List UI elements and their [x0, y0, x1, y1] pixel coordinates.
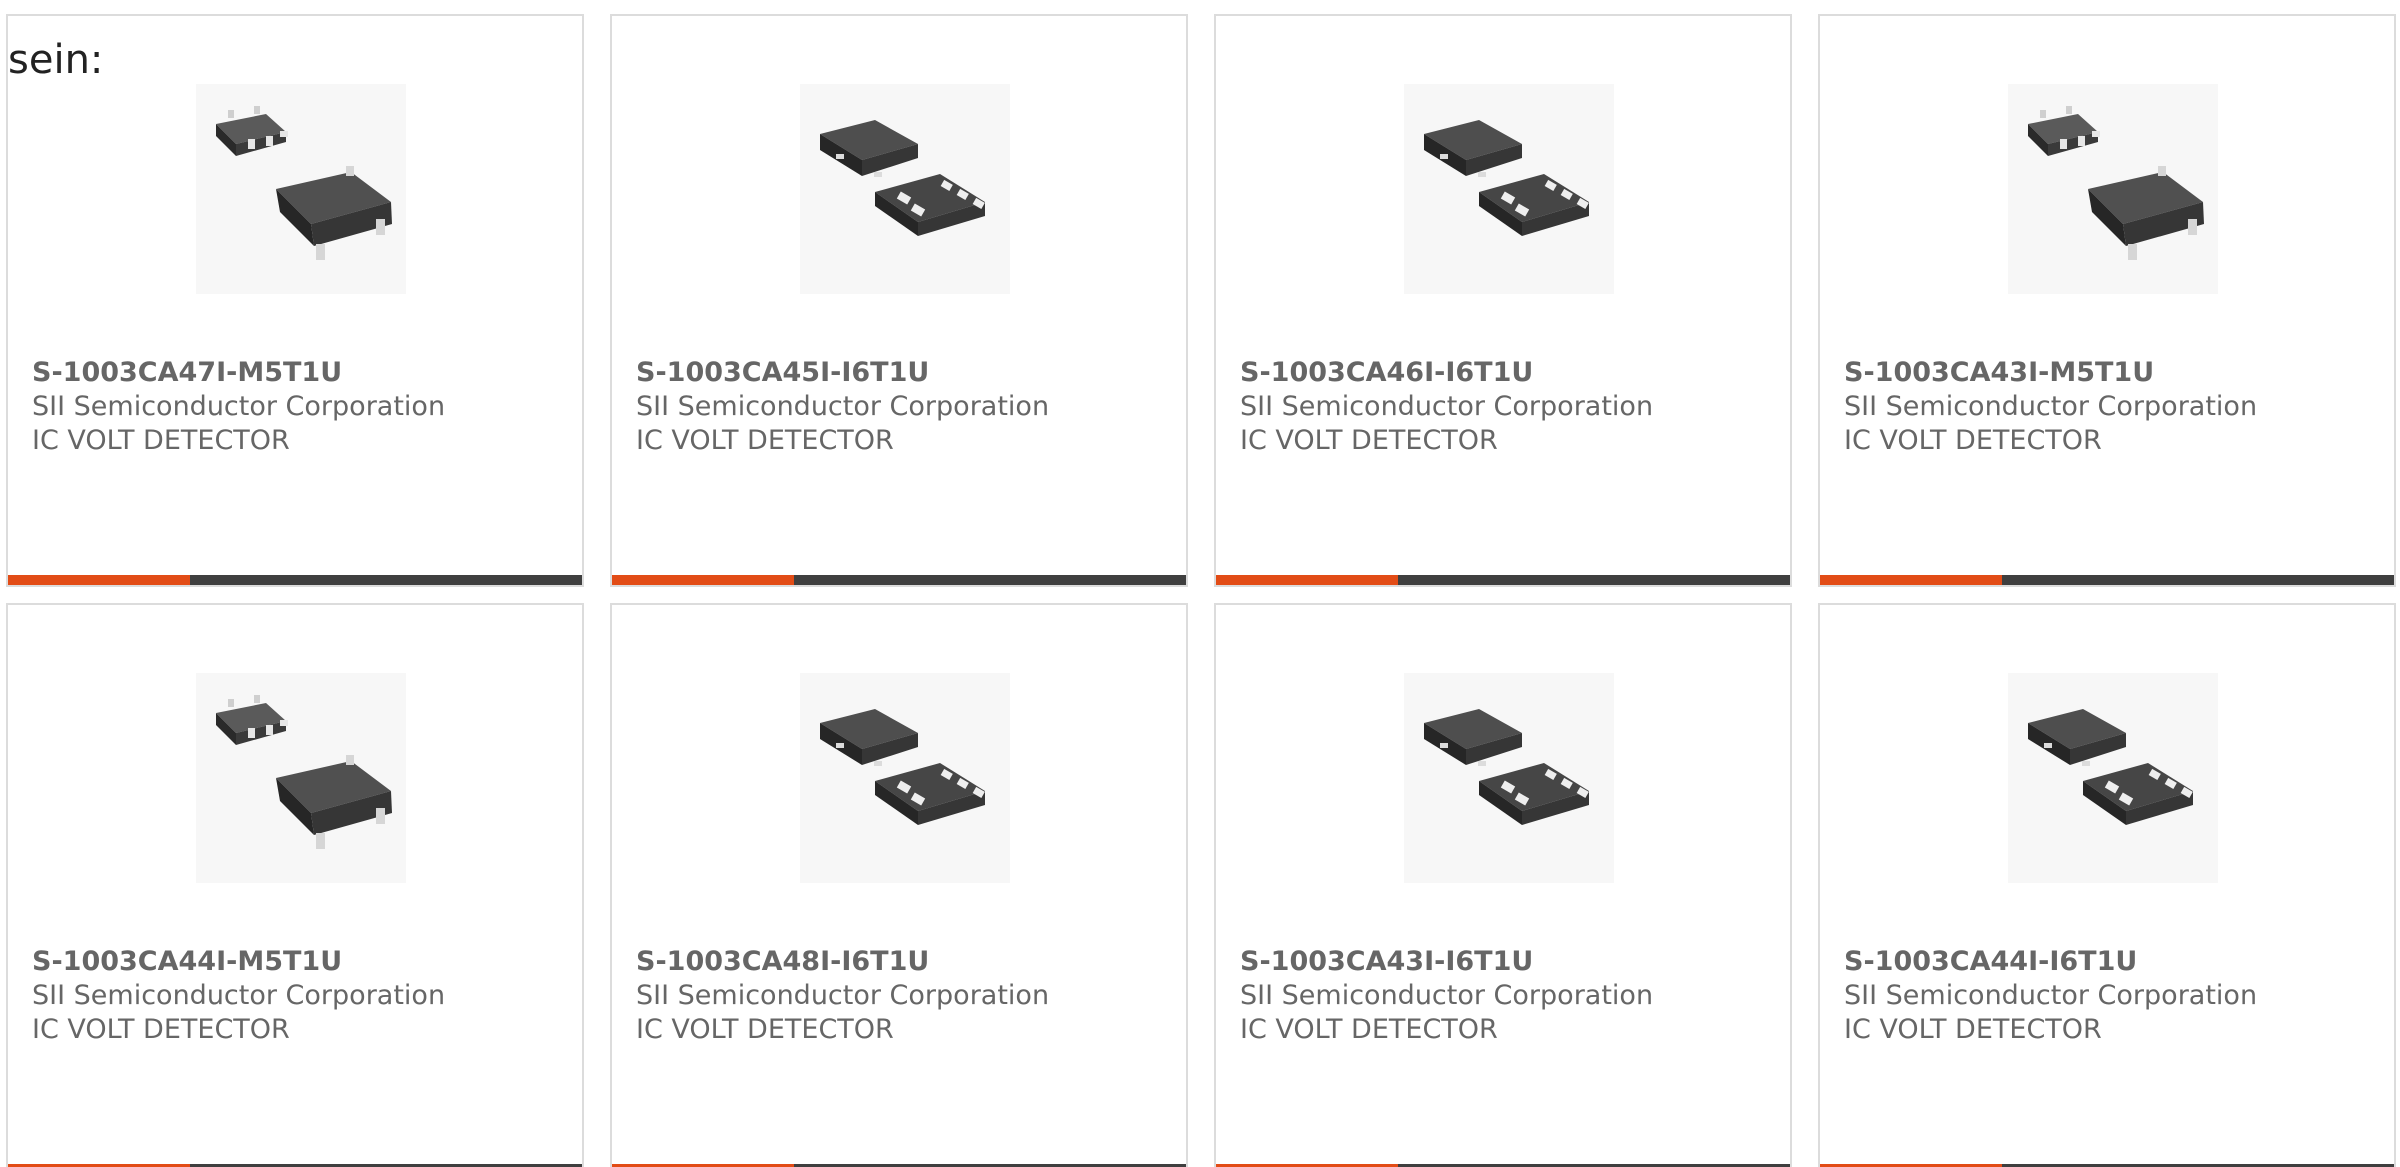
part-number-link[interactable]: S-1003CA44I-M5T1U	[32, 945, 562, 979]
product-card[interactable]: S-1003CA45I-I6T1U SII Semiconductor Corp…	[610, 14, 1188, 587]
product-info: S-1003CA44I-M5T1U SII Semiconductor Corp…	[32, 945, 562, 1047]
sot23-5-package-icon[interactable]	[2008, 84, 2218, 294]
part-number-link[interactable]: S-1003CA44I-I6T1U	[1844, 945, 2374, 979]
snt-6-package-icon[interactable]	[1404, 84, 1614, 294]
snt-6-package-icon[interactable]	[800, 84, 1010, 294]
product-card[interactable]: S-1003CA48I-I6T1U SII Semiconductor Corp…	[610, 603, 1188, 1167]
manufacturer-name: SII Semiconductor Corporation	[1844, 980, 2258, 1011]
manufacturer-name: SII Semiconductor Corporation	[1240, 391, 1654, 422]
part-number-link[interactable]: S-1003CA43I-M5T1U	[1844, 356, 2374, 390]
product-info: S-1003CA43I-M5T1U SII Semiconductor Corp…	[1844, 356, 2374, 458]
product-info: S-1003CA48I-I6T1U SII Semiconductor Corp…	[636, 945, 1166, 1047]
product-description: IC VOLT DETECTOR	[1844, 1014, 2102, 1045]
manufacturer-name: SII Semiconductor Corporation	[1844, 391, 2258, 422]
part-number-link[interactable]: S-1003CA46I-I6T1U	[1240, 356, 1770, 390]
card-accent-bar	[1216, 575, 1790, 585]
product-description: IC VOLT DETECTOR	[636, 1014, 894, 1045]
product-description: IC VOLT DETECTOR	[636, 425, 894, 456]
product-info: S-1003CA45I-I6T1U SII Semiconductor Corp…	[636, 356, 1166, 458]
manufacturer-name: SII Semiconductor Corporation	[32, 391, 446, 422]
snt-6-package-icon[interactable]	[2008, 673, 2218, 883]
manufacturer-name: SII Semiconductor Corporation	[636, 391, 1050, 422]
manufacturer-name: SII Semiconductor Corporation	[32, 980, 446, 1011]
product-description: IC VOLT DETECTOR	[32, 425, 290, 456]
product-grid-page: sein: S-1003CA47I-M5T1U SII Semiconducto…	[0, 0, 2400, 1167]
product-info: S-1003CA47I-M5T1U SII Semiconductor Corp…	[32, 356, 562, 458]
snt-6-package-icon[interactable]	[800, 673, 1010, 883]
product-description: IC VOLT DETECTOR	[1240, 425, 1498, 456]
card-accent-segment	[1820, 575, 2002, 585]
product-description: IC VOLT DETECTOR	[1240, 1014, 1498, 1045]
part-number-link[interactable]: S-1003CA48I-I6T1U	[636, 945, 1166, 979]
snt-6-package-icon[interactable]	[1404, 673, 1614, 883]
card-accent-bar	[8, 575, 582, 585]
product-card[interactable]: S-1003CA44I-I6T1U SII Semiconductor Corp…	[1818, 603, 2396, 1167]
manufacturer-name: SII Semiconductor Corporation	[1240, 980, 1654, 1011]
card-accent-segment	[8, 575, 190, 585]
card-accent-bar	[1820, 575, 2394, 585]
card-accent-bar	[612, 575, 1186, 585]
product-card[interactable]: S-1003CA44I-M5T1U SII Semiconductor Corp…	[6, 603, 584, 1167]
product-description: IC VOLT DETECTOR	[1844, 425, 2102, 456]
product-info: S-1003CA44I-I6T1U SII Semiconductor Corp…	[1844, 945, 2374, 1047]
sot23-5-package-icon[interactable]	[196, 673, 406, 883]
product-info: S-1003CA43I-I6T1U SII Semiconductor Corp…	[1240, 945, 1770, 1047]
sot23-5-package-icon[interactable]	[196, 84, 406, 294]
part-number-link[interactable]: S-1003CA45I-I6T1U	[636, 356, 1166, 390]
product-card[interactable]: S-1003CA46I-I6T1U SII Semiconductor Corp…	[1214, 14, 1792, 587]
card-accent-segment	[612, 575, 794, 585]
manufacturer-name: SII Semiconductor Corporation	[636, 980, 1050, 1011]
intro-text: sein:	[8, 37, 104, 83]
product-card[interactable]: S-1003CA47I-M5T1U SII Semiconductor Corp…	[6, 14, 584, 587]
card-accent-segment	[1216, 575, 1398, 585]
product-description: IC VOLT DETECTOR	[32, 1014, 290, 1045]
part-number-link[interactable]: S-1003CA47I-M5T1U	[32, 356, 562, 390]
product-card[interactable]: S-1003CA43I-I6T1U SII Semiconductor Corp…	[1214, 603, 1792, 1167]
product-card[interactable]: S-1003CA43I-M5T1U SII Semiconductor Corp…	[1818, 14, 2396, 587]
product-info: S-1003CA46I-I6T1U SII Semiconductor Corp…	[1240, 356, 1770, 458]
part-number-link[interactable]: S-1003CA43I-I6T1U	[1240, 945, 1770, 979]
